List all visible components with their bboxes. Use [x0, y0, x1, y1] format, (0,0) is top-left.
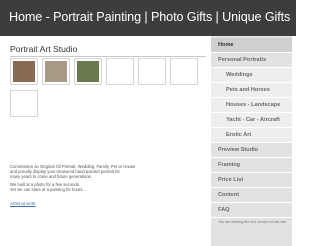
sidebar-item-framing[interactable]: Framing: [211, 158, 292, 173]
sidebar-item-label: Yacht - Car - Aircraft: [226, 117, 280, 123]
sidebar-item-faq[interactable]: FAQ: [211, 203, 292, 218]
sidebar-item-label: Erotic Art: [226, 132, 252, 138]
sidebar-item-label: Framing: [218, 162, 241, 168]
sidebar-item-label: Price List: [218, 177, 244, 183]
intro-line: Yet we can stare at a painting for hours…: [10, 186, 86, 192]
thumbnail-1[interactable]: [10, 58, 38, 85]
page-container: Portrait Art Studio Commission an Origin…: [4, 36, 292, 246]
thumbnail-image: [13, 61, 35, 82]
page-title: Portrait Art Studio: [10, 44, 78, 54]
thumbnail-3[interactable]: [74, 58, 102, 85]
sidebar-item-personal-portraits[interactable]: Personal Portraits: [211, 53, 292, 68]
thumbnail-image: [173, 61, 195, 82]
sidebar-item-label: Personal Portraits: [218, 57, 267, 63]
sidebar-item-preview-studio[interactable]: Preview Studio: [211, 143, 292, 158]
sidebar-item-label: Content: [218, 192, 240, 198]
sidebar-item-label: Pets and Horses: [226, 87, 270, 93]
site-title[interactable]: Home - Portrait Painting | Photo Gifts |…: [9, 10, 290, 24]
artist-at-work-link[interactable]: Artist at work: [10, 201, 35, 206]
main-content: Portrait Art Studio Commission an Origin…: [4, 36, 209, 246]
sidebar-note: You are viewing the text version of this…: [218, 220, 287, 224]
intro-line: many years to come and future generation…: [10, 174, 92, 180]
sidebar-item-content[interactable]: Content: [211, 188, 292, 203]
sidebar-item-label: Home: [218, 42, 234, 48]
sidebar-item-home[interactable]: Home: [211, 38, 292, 53]
sidebar-item-label: Weddings: [226, 72, 253, 78]
site-header: Home - Portrait Painting | Photo Gifts |…: [0, 0, 296, 36]
sidebar-item-pets-and-horses[interactable]: Pets and Horses: [211, 83, 292, 98]
thumbnail-2[interactable]: [42, 58, 70, 85]
sidebar-item-yacht-car-aircraft[interactable]: Yacht - Car - Aircraft: [211, 113, 292, 128]
sidebar-item-label: Houses - Landscape: [226, 102, 281, 108]
sidebar-item-houses-landscape[interactable]: Houses - Landscape: [211, 98, 292, 113]
sidebar-item-erotic-art[interactable]: Erotic Art: [211, 128, 292, 143]
thumbnail-image: [77, 61, 99, 82]
thumbnail-image: [141, 61, 163, 82]
thumbnail-image: [109, 61, 131, 82]
thumbnail-4[interactable]: [106, 58, 134, 85]
thumbnail-image: [13, 93, 35, 114]
sidebar-item-label: Preview Studio: [218, 147, 259, 153]
thumbnail-6[interactable]: [170, 58, 198, 85]
sidebar-item-label: FAQ: [218, 207, 230, 213]
thumbnail-5[interactable]: [138, 58, 166, 85]
title-divider: [10, 56, 206, 57]
sidebar-item-weddings[interactable]: Weddings: [211, 68, 292, 83]
sidebar-nav: Home Personal Portraits Weddings Pets and H…: [211, 36, 292, 246]
intro-text: Commission an Original Oil Portrait, Wed…: [10, 164, 200, 194]
sidebar-item-price-list[interactable]: Price List: [211, 173, 292, 188]
thumbnail-7[interactable]: [10, 90, 38, 117]
thumbnail-image: [45, 61, 67, 82]
